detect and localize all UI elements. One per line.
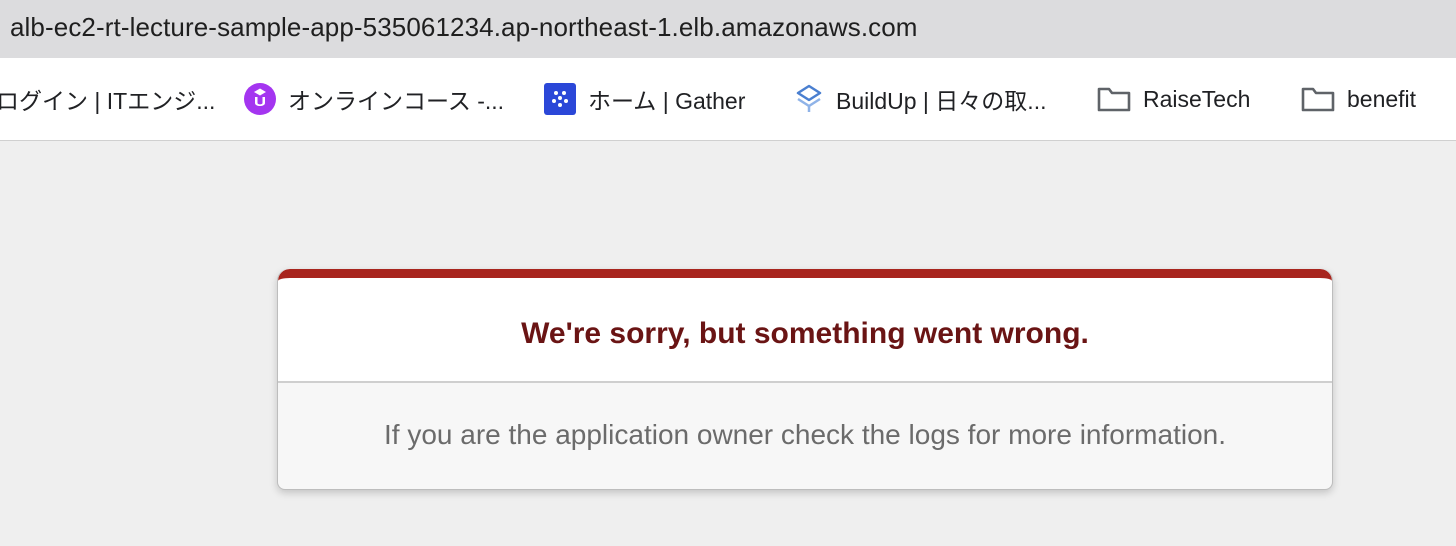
folder-icon bbox=[1301, 85, 1335, 113]
bookmark-online-course[interactable]: オンラインコース -... bbox=[244, 58, 504, 140]
bookmark-label: BuildUp | 日々の取... bbox=[836, 88, 1047, 114]
bookmark-buildup[interactable]: BuildUp | 日々の取... bbox=[794, 58, 1046, 140]
address-bar[interactable]: alb-ec2-rt-lecture-sample-app-535061234.… bbox=[0, 0, 1456, 58]
folder-icon bbox=[1097, 85, 1131, 113]
udemy-icon bbox=[244, 83, 276, 115]
url-text[interactable]: alb-ec2-rt-lecture-sample-app-535061234.… bbox=[10, 12, 918, 42]
buildup-icon bbox=[794, 83, 824, 115]
bookmark-folder-raisetech[interactable]: RaiseTech bbox=[1097, 58, 1250, 140]
bookmarks-bar: ログイン | ITエンジ... オンラインコース -... ホーム | Gath… bbox=[0, 58, 1456, 141]
error-message: If you are the application owner check t… bbox=[384, 419, 1226, 450]
bookmark-label: ホーム | Gather bbox=[588, 88, 746, 114]
bookmark-label: RaiseTech bbox=[1143, 85, 1251, 112]
bookmark-folder-benefit[interactable]: benefit bbox=[1301, 58, 1416, 140]
bookmark-label: benefit bbox=[1347, 85, 1417, 112]
bookmark-gather[interactable]: ホーム | Gather bbox=[544, 58, 745, 140]
bookmark-label: オンラインコース -... bbox=[288, 88, 505, 114]
error-dialog: We're sorry, but something went wrong. I… bbox=[277, 269, 1333, 490]
bookmark-login[interactable]: ログイン | ITエンジ... bbox=[0, 58, 215, 140]
error-title: We're sorry, but something went wrong. bbox=[521, 317, 1089, 350]
page-content: We're sorry, but something went wrong. I… bbox=[0, 141, 1456, 546]
bookmark-label: ログイン | ITエンジ... bbox=[0, 88, 216, 114]
gather-icon bbox=[544, 83, 576, 115]
